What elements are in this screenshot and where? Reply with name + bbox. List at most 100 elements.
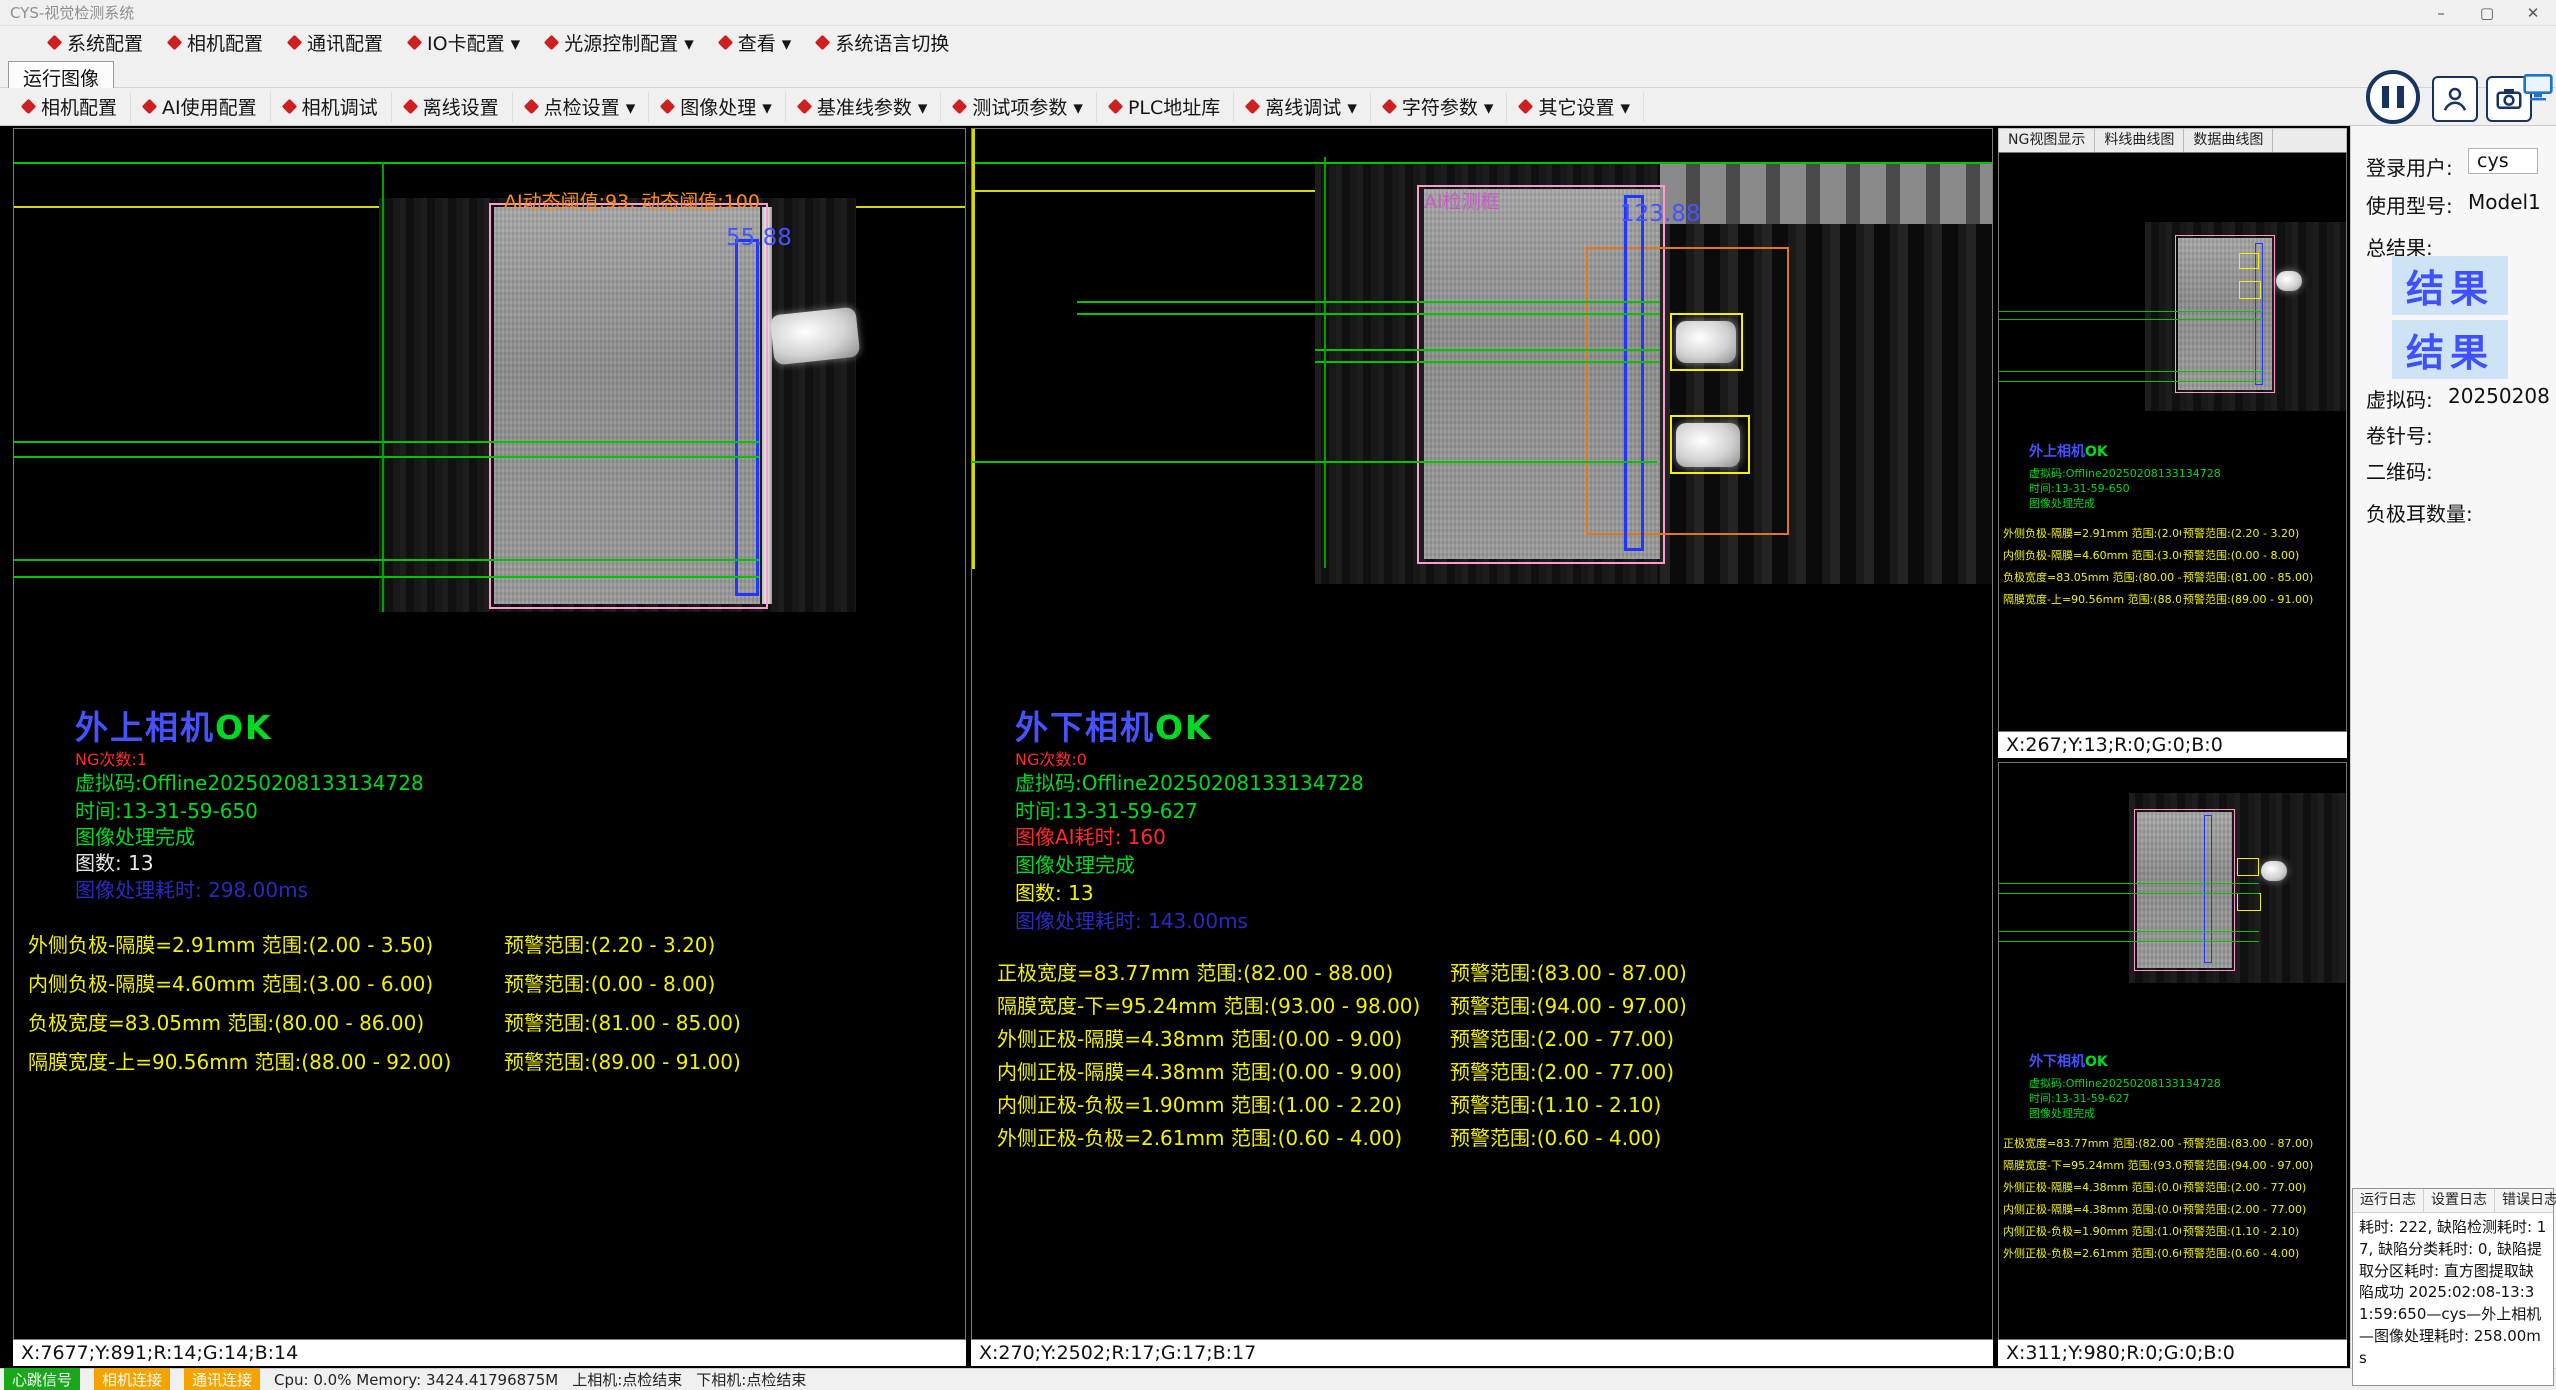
ai-detection-box-pink — [489, 203, 768, 609]
preview-tab[interactable]: NG视图显示 — [1999, 129, 2095, 152]
ai-threshold-text: AI动态阈值:93, 动态阈值:100 — [504, 187, 760, 214]
toolbar-item-label: AI使用配置 — [162, 93, 257, 120]
right-camera-view[interactable]: AI检测框 123.88 外下相机OK NG次数:0 虚拟码:Offline20… — [971, 128, 1993, 1340]
menu-item[interactable]: 光源控制配置 ▾ — [533, 26, 707, 58]
measure-vline-green — [1324, 157, 1326, 568]
menu-item[interactable]: 查看 ▾ — [707, 26, 805, 58]
toolbar-item[interactable]: 点检设置 ▾ — [513, 92, 650, 122]
toolbar-item[interactable]: PLC地址库 — [1097, 92, 1234, 122]
measurement-warn: 预警范围:(94.00 - 97.00) — [1450, 990, 1687, 1019]
app-statusbar: 心跳信号 相机连接 通讯连接 Cpu: 0.0% Memory: 3424.41… — [0, 1368, 2556, 1390]
minimize-button[interactable]: – — [2418, 0, 2464, 26]
menu-item-icon — [407, 34, 423, 50]
camera-result-label: 外上相机OK — [75, 701, 273, 749]
preview-tab[interactable]: 料线曲线图 — [2095, 129, 2184, 152]
measurement-warn: 预警范围:(89.00 - 91.00) — [504, 1046, 741, 1075]
menu-item-label: IO卡配置 ▾ — [427, 29, 520, 56]
display-button[interactable] — [2522, 70, 2554, 102]
menu-item-icon — [717, 34, 733, 50]
thumb-defect-box-yellow — [2237, 893, 2261, 911]
maximize-button[interactable]: ▢ — [2464, 0, 2510, 26]
process-done-text: 图像处理完成 — [75, 821, 195, 850]
thumb-measurement-text: 负极宽度=83.05mm 范围:(80.00 - 86.00) — [2003, 569, 2181, 585]
thumb-camera-ok: OK — [2085, 1054, 2108, 1070]
comm-connection-badge: 通讯连接 — [184, 1368, 260, 1390]
toolbar-item-label: 相机调试 — [302, 93, 378, 120]
toolbar-item-label: 测试项参数 ▾ — [972, 93, 1083, 120]
measurement-text: 内侧正极-负极=1.90mm 范围:(1.00 - 2.20) — [997, 1089, 1402, 1118]
frame-count-text: 图数: 13 — [1015, 877, 1094, 906]
time-text: 时间:13-31-59-650 — [75, 795, 258, 824]
toolbar-item-label: 相机配置 — [41, 93, 117, 120]
baseline-yellow-vertical — [972, 129, 975, 569]
toolbar-item[interactable]: AI使用配置 — [131, 92, 271, 122]
title-bar: CYS-视觉检测系统 – ▢ ✕ — [0, 0, 2556, 26]
log-tab[interactable]: 设置日志 — [2424, 1189, 2495, 1212]
thumb-measurement-row: 内侧正极-负极=1.90mm 范围:(1.00 - 2.20) 预警范围:(1.… — [1999, 1223, 2346, 1245]
measure-line-green — [14, 456, 759, 458]
measurement-list: 正极宽度=83.77mm 范围:(82.00 - 88.00) 预警范围:(83… — [972, 957, 1992, 1155]
pause-button[interactable] — [2366, 70, 2420, 124]
ai-time-text: 图像AI耗时: 160 — [1015, 821, 1166, 850]
toolbar-item[interactable]: 相机调试 — [271, 92, 392, 122]
toolbar-item-icon — [21, 99, 37, 115]
toolbar-item[interactable]: 测试项参数 ▾ — [941, 92, 1097, 122]
measure-vline-green — [382, 162, 384, 612]
right-camera-statusbar: X:270;Y:2502;R:17;G:17;B:17 — [971, 1340, 1993, 1366]
log-tab[interactable]: 错误日志 — [2495, 1189, 2556, 1212]
thumb-time: 时间:13-31-59-650 — [2029, 480, 2130, 496]
toolbar-item-label: 离线设置 — [423, 93, 499, 120]
toolbar-item-label: 图像处理 ▾ — [680, 93, 772, 120]
toolbar-item-label: 基准线参数 ▾ — [817, 93, 928, 120]
toolbar-item-icon — [142, 99, 158, 115]
menu-item[interactable]: 通讯配置 — [276, 26, 396, 58]
measurement-row: 外侧正极-负极=2.61mm 范围:(0.60 - 4.00) 预警范围:(0.… — [972, 1122, 1992, 1155]
thumb-metal-tab-blob — [2261, 861, 2287, 881]
toolbar-item[interactable]: 字符参数 ▾ — [1371, 92, 1508, 122]
toolbar-item[interactable]: 其它设置 ▾ — [1507, 92, 1644, 122]
log-tab[interactable]: 运行日志 — [2353, 1189, 2424, 1212]
toolbar-item[interactable]: 基准线参数 ▾ — [786, 92, 942, 122]
measure-value-text: 55.88 — [726, 225, 792, 251]
preview-tab[interactable]: 数据曲线图 — [2184, 129, 2273, 152]
toolbar-item-icon — [952, 99, 968, 115]
model-label: 使用型号: — [2366, 190, 2453, 219]
measurement-warn: 预警范围:(2.00 - 77.00) — [1450, 1023, 1674, 1052]
app-window: CYS-视觉检测系统 – ▢ ✕ 系统配置 相机配置 通讯配置 — [0, 0, 2556, 1390]
measurement-row: 隔膜宽度-上=90.56mm 范围:(88.00 - 92.00) 预警范围:(… — [14, 1046, 965, 1085]
menu-item[interactable]: 系统配置 — [36, 26, 156, 58]
measurement-row: 外侧负极-隔膜=2.91mm 范围:(2.00 - 3.50) 预警范围:(2.… — [14, 929, 965, 968]
menu-item-label: 光源控制配置 ▾ — [564, 29, 694, 56]
toolbar-item[interactable]: 相机配置 — [10, 92, 131, 122]
toolbar-item-icon — [281, 99, 297, 115]
toolbar-item-icon — [1108, 99, 1124, 115]
user-button[interactable] — [2432, 76, 2478, 122]
toolbar-item-label: 离线调试 ▾ — [1265, 93, 1357, 120]
measure-line-green — [972, 461, 1657, 463]
menu-item[interactable]: 相机配置 — [156, 26, 276, 58]
menu-item-icon — [287, 34, 303, 50]
toolbar-item-icon — [523, 99, 539, 115]
toolbar-item[interactable]: 图像处理 ▾ — [649, 92, 786, 122]
measure-line-green — [1077, 313, 1660, 315]
measurement-text: 内侧正极-隔膜=4.38mm 范围:(0.00 - 9.00) — [997, 1056, 1402, 1085]
thumb-measurement-warn: 预警范围:(94.00 - 97.00) — [2183, 1157, 2313, 1173]
measurement-warn: 预警范围:(2.20 - 3.20) — [504, 929, 715, 958]
detection-box-orange — [1586, 247, 1789, 535]
thumb-measurement-row: 隔膜宽度-上=90.56mm 范围:(88.00 - 92.00) 预警范围:(… — [1999, 591, 2346, 613]
toolbar-item[interactable]: 离线调试 ▾ — [1234, 92, 1371, 122]
thumb-defect-box-yellow — [2237, 858, 2259, 876]
menu-item[interactable]: 系统语言切换 — [804, 26, 962, 58]
measure-line-green — [14, 441, 759, 443]
close-button[interactable]: ✕ — [2510, 0, 2556, 26]
toolbar-item[interactable]: 离线设置 — [392, 92, 513, 122]
ng-preview-top[interactable]: 外上相机OK 虚拟码:Offline20250208133134728 时间:1… — [1998, 152, 2347, 732]
ng-preview-bottom[interactable]: 外下相机OK 虚拟码:Offline20250208133134728 时间:1… — [1998, 762, 2347, 1340]
menu-item[interactable]: IO卡配置 ▾ — [396, 26, 533, 58]
thumb-measurement-text: 外侧正极-隔膜=4.38mm 范围:(0.00 - 9.00) — [2003, 1179, 2181, 1195]
measurement-row: 负极宽度=83.05mm 范围:(80.00 - 86.00) 预警范围:(81… — [14, 1007, 965, 1046]
measurement-warn: 预警范围:(0.00 - 8.00) — [504, 968, 715, 997]
left-camera-view[interactable]: AI动态阈值:93, 动态阈值:100 55.88 外上相机OK NG次数:1 … — [13, 128, 966, 1340]
measurement-text: 外侧正极-负极=2.61mm 范围:(0.60 - 4.00) — [997, 1122, 1402, 1151]
login-user-value: cys — [2468, 148, 2538, 174]
